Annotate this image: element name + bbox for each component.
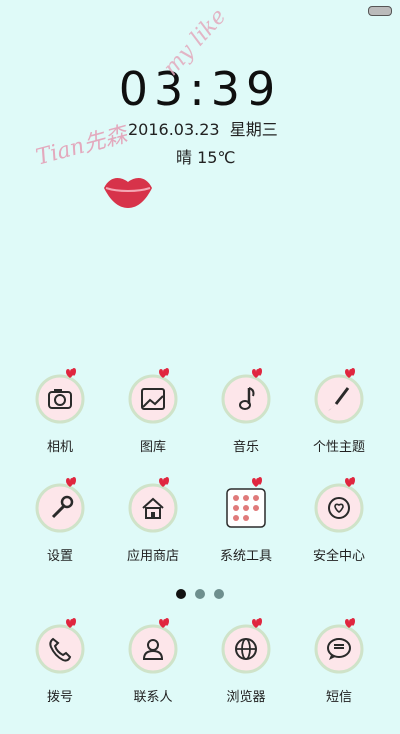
app-dock-2[interactable]: 浏览器 [196,618,296,734]
app-label: 音乐 [232,440,259,455]
app-7[interactable]: 安全中心 [289,477,389,593]
heart-icon [252,618,262,628]
wrench-icon [35,483,85,533]
heart-icon [159,618,169,628]
heart-icon [252,477,262,487]
app-label: 浏览器 [226,690,266,705]
app-4[interactable]: 设置 [10,477,110,593]
app-label: 应用商店 [126,549,179,564]
paintbrush-icon [314,374,364,424]
heart-icon [66,368,76,378]
app-2[interactable]: 音乐 [196,368,296,484]
app-label: 短信 [325,690,352,705]
battery-icon [368,6,392,16]
date-text: 2016.03.23 [128,120,220,139]
page-dot[interactable] [214,589,225,599]
heart-icon [159,368,169,378]
clock: 03:39 [118,62,282,116]
signature-name: Tian先森 [33,122,130,171]
app-label: 设置 [46,549,73,564]
app-label: 图库 [139,440,166,455]
shield-heart-icon [314,483,364,533]
app-label: 拨号 [46,690,73,705]
temperature-text: 15℃ [197,148,236,167]
store-house-icon [128,483,178,533]
app-6[interactable]: 系统工具 [196,477,296,593]
app-5[interactable]: 应用商店 [103,477,203,593]
page-indicator [0,584,400,603]
weekday-text: 星期三 [229,120,278,139]
heart-icon [345,618,355,628]
heart-icon [66,477,76,487]
page-dot[interactable] [195,589,205,599]
app-3[interactable]: 个性主题 [289,368,389,484]
heart-icon [345,477,355,487]
music-note-icon [221,374,271,424]
app-label: 系统工具 [219,549,272,564]
app-label: 安全中心 [312,549,365,564]
camera-icon [35,374,85,424]
app-1[interactable]: 图库 [103,368,203,484]
app-0[interactable]: 相机 [10,368,110,484]
message-icon [314,624,364,674]
date-row: 2016.03.23 星期三 [128,116,278,140]
app-dock-0[interactable]: 拨号 [10,618,110,734]
heart-icon [66,618,76,628]
heart-icon [159,477,169,487]
app-label: 联系人 [133,690,173,705]
lips-icon [104,178,152,208]
globe-icon [221,624,271,674]
weather-row: 晴 15℃ [176,144,235,168]
app-dock-3[interactable]: 短信 [289,618,389,734]
heart-icon [345,368,355,378]
app-dock-1[interactable]: 联系人 [103,618,203,734]
gallery-icon [128,374,178,424]
phone-icon [35,624,85,674]
heart-icon [252,368,262,378]
page-dot[interactable] [175,589,186,599]
app-label: 个性主题 [312,440,365,455]
weather-text: 晴 [176,148,193,167]
app-label: 相机 [46,440,73,455]
system-tools-folder-icon [226,488,266,528]
contact-icon [128,624,178,674]
